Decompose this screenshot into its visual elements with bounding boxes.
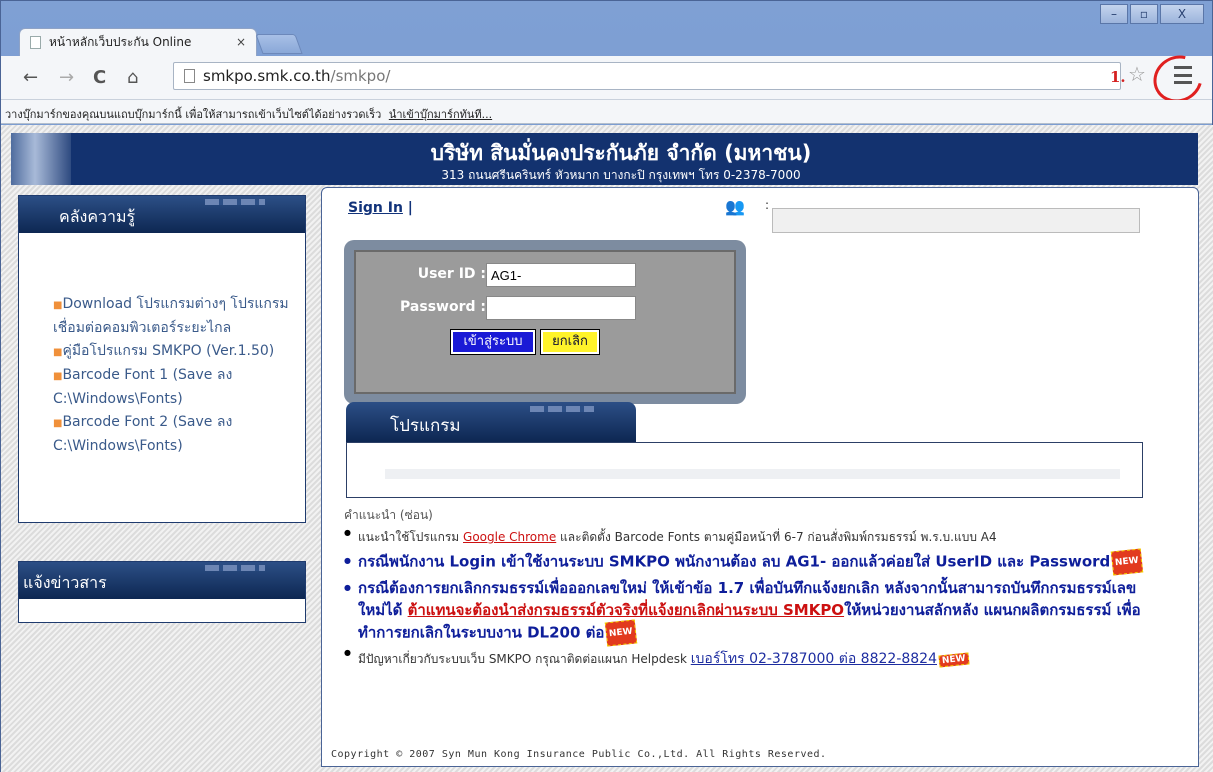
signin-separator: | [407, 200, 413, 216]
list-item[interactable]: ■Download โปรแกรมต่างๆ โปรแกรมเชื่อมต่อค… [53, 293, 295, 340]
news-panel: แจ้งข่าวสาร [18, 561, 306, 623]
cancel-button[interactable]: ยกเลิก [540, 329, 600, 355]
maximize-button[interactable]: ▫ [1130, 4, 1158, 24]
userid-input[interactable] [486, 263, 636, 287]
tab-close-icon[interactable]: × [236, 35, 246, 49]
program-bar [385, 469, 1120, 479]
password-label: Password : [400, 299, 486, 315]
new-badge-icon: NEW [938, 651, 970, 668]
browser-toolbar: ← → C ⌂ smkpo.smk.co.th/smkpo/ 1. ☆ [1, 56, 1212, 100]
program-box [346, 442, 1143, 498]
userid-label: User ID : [417, 266, 486, 282]
minimize-button[interactable]: – [1100, 4, 1128, 24]
home-icon[interactable]: ⌂ [127, 67, 138, 88]
tab-title: หน้าหลักเว็บประกัน Online [49, 35, 192, 49]
advice-item: กรณีต้องการยกเลิกกรมธรรม์เพื่อออกเลขใหม่… [344, 577, 1144, 647]
forward-arrow-icon[interactable]: → [59, 67, 74, 88]
list-item[interactable]: ■คู่มือโปรแกรม SMKPO (Ver.1.50) [53, 340, 295, 364]
knowledge-panel: คลังความรู้ ■Download โปรแกรมต่างๆ โปรแก… [18, 195, 306, 523]
building-logo [11, 133, 71, 185]
list-item[interactable]: ■Barcode Font 2 (Save ลง C:\Windows\Font… [53, 411, 295, 458]
knowledge-list: ■Download โปรแกรมต่างๆ โปรแกรมเชื่อมต่อค… [19, 233, 305, 458]
login-form: User ID : Password : เข้าสู่ระบบ ยกเลิก [344, 240, 746, 404]
helpdesk-phone-link[interactable]: เบอร์โทร 02-3787000 ต่อ 8822-8824 [691, 651, 937, 667]
users-icon: 👥 [725, 197, 745, 216]
signin-link[interactable]: Sign In [348, 200, 403, 216]
browser-window: – ▫ X หน้าหลักเว็บประกัน Online × ← → C … [0, 0, 1213, 772]
page-icon [184, 69, 195, 83]
password-input[interactable] [486, 296, 636, 320]
new-badge-icon: NEW [1111, 548, 1144, 576]
cancel-policy-link[interactable]: ต้าแทนจะต้องนำส่งกรมธรรม์ตัวจริงที่แจ้งย… [408, 601, 844, 619]
new-tab-button[interactable] [255, 34, 303, 54]
signin-area: Sign In | [348, 200, 413, 216]
footer-copyright: Copyright © 2007 Syn Mun Kong Insurance … [331, 749, 827, 760]
main-content: Sign In | 👥 : User ID : Password : เข้าส… [321, 187, 1199, 767]
new-badge-icon: NEW [605, 619, 638, 647]
back-arrow-icon[interactable]: ← [23, 67, 38, 88]
page-icon [30, 36, 41, 49]
browser-tab[interactable]: หน้าหลักเว็บประกัน Online × [19, 28, 257, 56]
advice-section: คำแนะนำ (ซ่อน) แนะนำใช้โปรแกรม Google Ch… [344, 506, 1144, 673]
bookmark-bar-text: วางบุ๊กมาร์กของคุณบนแถบบุ๊กมาร์กนี้ เพื่… [5, 108, 382, 121]
users-colon: : [765, 198, 770, 212]
address-bar[interactable]: smkpo.smk.co.th/smkpo/ [173, 62, 1121, 90]
user-status-box [772, 208, 1140, 233]
news-title: แจ้งข่าวสาร [19, 562, 305, 599]
bookmark-star-icon[interactable]: ☆ [1128, 62, 1146, 86]
company-address: 313 ถนนศรีนครินทร์ หัวหมาก บางกะปิ กรุงเ… [441, 168, 801, 182]
site-header: บริษัท สินมั่นคงประกันภัย จำกัด (มหาชน) … [11, 133, 1198, 185]
advice-item: กรณีพนักงาน Login เข้าใช้งานระบบ SMKPO พ… [344, 548, 1144, 576]
window-controls: – ▫ X [1098, 4, 1204, 24]
login-form-inner: User ID : Password : เข้าสู่ระบบ ยกเลิก [354, 250, 736, 394]
google-chrome-link[interactable]: Google Chrome [463, 530, 556, 544]
reload-icon[interactable]: C [93, 67, 106, 88]
advice-item: มีปัญหาเกี่ยวกับระบบเว็บ SMKPO กรุณาติดต… [344, 648, 1144, 670]
advice-item: แนะนำใช้โปรแกรม Google Chrome และติดตั้ง… [344, 528, 1144, 547]
annotation-number: 1. [1110, 68, 1126, 86]
advice-title[interactable]: คำแนะนำ (ซ่อน) [344, 506, 1144, 525]
knowledge-title: คลังความรู้ [19, 196, 305, 233]
page-content: บริษัท สินมั่นคงประกันภัย จำกัด (มหาชน) … [1, 125, 1213, 772]
import-bookmarks-link[interactable]: นำเข้าบุ๊กมาร์กทันที... [389, 108, 492, 121]
url-text: smkpo.smk.co.th/smkpo/ [203, 67, 391, 85]
list-item[interactable]: ■Barcode Font 1 (Save ลง C:\Windows\Font… [53, 364, 295, 411]
bookmark-bar: วางบุ๊กมาร์กของคุณบนแถบบุ๊กมาร์กนี้ เพื่… [1, 100, 1212, 124]
program-tab[interactable]: โปรแกรม [346, 402, 636, 442]
login-button[interactable]: เข้าสู่ระบบ [450, 329, 536, 355]
close-window-button[interactable]: X [1160, 4, 1204, 24]
